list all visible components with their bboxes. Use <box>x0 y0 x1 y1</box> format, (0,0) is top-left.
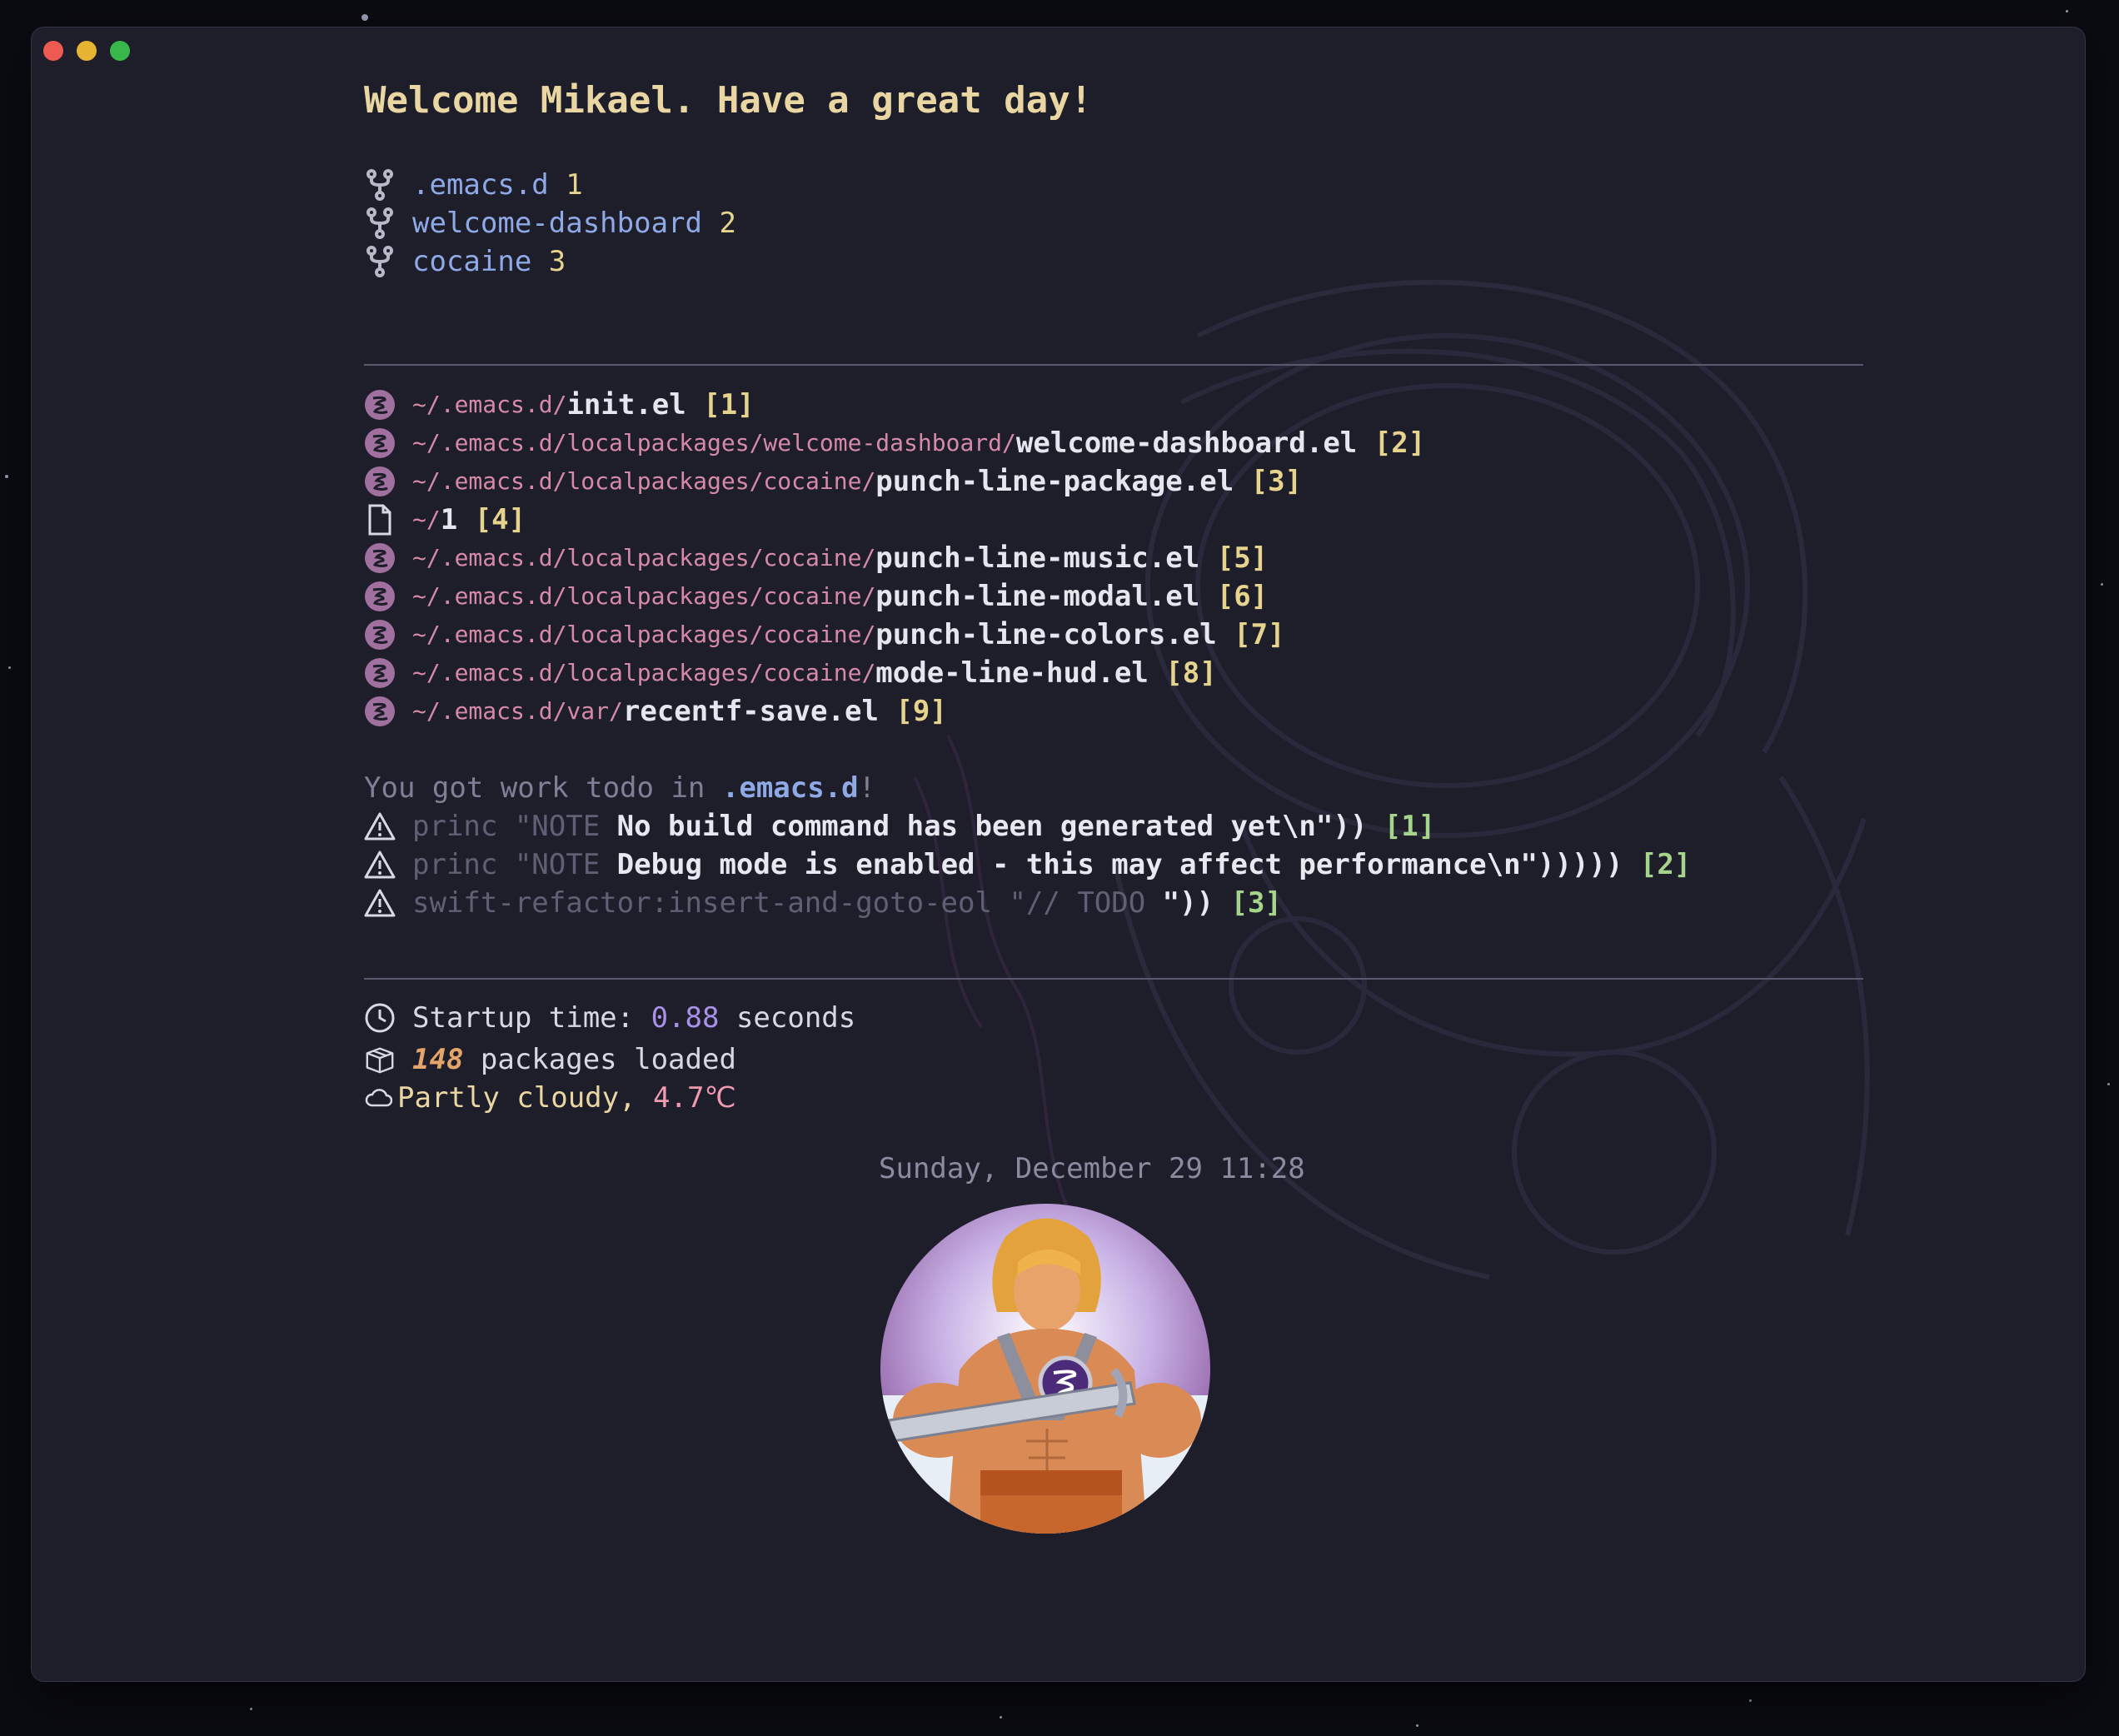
todo-item[interactable]: swift-refactor:insert-and-goto-eol "// T… <box>364 884 1282 922</box>
git-fork-icon <box>364 169 396 201</box>
recent-file-item[interactable]: ~/1 [4] <box>364 501 526 539</box>
file-name: recentf-save.el <box>622 695 879 728</box>
file-name: welcome-dashboard.el <box>1015 427 1358 460</box>
emacs-icon <box>364 389 396 421</box>
zoom-button[interactable] <box>110 41 130 61</box>
emacs-icon <box>364 466 396 497</box>
recent-file-item[interactable]: ~/.emacs.d/localpackages/cocaine/punch-l… <box>364 577 1268 616</box>
file-directory: ~/.emacs.d/localpackages/cocaine/ <box>412 544 876 571</box>
emacs-icon <box>364 542 396 574</box>
file-directory: ~/.emacs.d/localpackages/cocaine/ <box>412 582 876 610</box>
emacs-icon <box>364 427 396 459</box>
todo-prefix: princ "NOTE <box>412 810 617 843</box>
emacs-icon <box>364 581 396 612</box>
file-directory: ~/.emacs.d/localpackages/welcome-dashboa… <box>412 429 1016 456</box>
packages-label: packages loaded <box>463 1043 736 1076</box>
file-index: [5] <box>1216 541 1269 575</box>
file-directory: ~/.emacs.d/ <box>412 391 567 418</box>
todo-prefix: swift-refactor:insert-and-goto-eol "// T… <box>412 886 1163 920</box>
file-name: punch-line-music.el <box>875 541 1200 575</box>
file-directory: ~/.emacs.d/localpackages/cocaine/ <box>412 467 876 495</box>
emacs-icon <box>364 619 396 651</box>
startup-unit: seconds <box>719 1001 856 1035</box>
file-index: [9] <box>895 695 947 728</box>
file-index: [7] <box>1234 618 1285 651</box>
window-controls <box>43 41 130 61</box>
clock-icon <box>364 1002 396 1034</box>
recent-file-item[interactable]: ~/.emacs.d/var/recentf-save.el [9] <box>364 692 947 731</box>
file-name: mode-line-hud.el <box>875 656 1149 690</box>
todo-heading: You got work todo in .emacs.d! <box>364 769 875 807</box>
file-index: [4] <box>474 503 526 536</box>
file-name: punch-line-colors.el <box>875 618 1217 651</box>
section-divider <box>364 364 1863 366</box>
packages-count: 148 <box>412 1043 464 1076</box>
startup-time-row: Startup time: 0.88 seconds <box>364 999 855 1037</box>
recent-file-item[interactable]: ~/.emacs.d/localpackages/cocaine/mode-li… <box>364 654 1217 692</box>
file-name: 1 <box>440 503 458 536</box>
git-fork-icon <box>364 246 396 277</box>
warning-icon <box>364 811 396 842</box>
todo-text: ")) <box>1162 886 1214 920</box>
todo-index: [3] <box>1230 886 1282 920</box>
project-name: .emacs.d <box>412 168 549 202</box>
file-icon <box>364 504 396 536</box>
file-name: init.el <box>566 388 686 422</box>
cloud-icon <box>364 1082 392 1114</box>
emacs-icon <box>364 696 396 727</box>
file-index: [3] <box>1250 465 1303 498</box>
todo-intro-prefix: You got work todo in <box>364 771 722 805</box>
todo-text: Debug mode is enabled - this may affect … <box>616 848 1623 881</box>
git-fork-icon <box>364 207 396 239</box>
recent-file-item[interactable]: ~/.emacs.d/localpackages/cocaine/punch-l… <box>364 616 1285 654</box>
project-name: welcome-dashboard <box>412 207 702 240</box>
recent-file-item[interactable]: ~/.emacs.d/localpackages/cocaine/punch-l… <box>364 462 1302 501</box>
warning-icon <box>364 887 396 919</box>
emacs-icon <box>364 657 396 689</box>
file-directory: ~/.emacs.d/var/ <box>412 697 623 725</box>
todo-intro-suffix: ! <box>858 771 876 805</box>
file-name: punch-line-modal.el <box>875 580 1200 613</box>
project-item[interactable]: welcome-dashboard 2 <box>364 204 736 242</box>
todo-item[interactable]: princ "NOTE Debug mode is enabled - this… <box>364 846 1691 884</box>
file-index: [6] <box>1216 580 1269 613</box>
warning-icon <box>364 849 396 880</box>
file-index: [8] <box>1165 656 1217 690</box>
weather-label: Partly cloudy, <box>397 1081 654 1115</box>
todo-project[interactable]: .emacs.d <box>722 769 859 807</box>
file-directory: ~/.emacs.d/localpackages/cocaine/ <box>412 659 876 686</box>
packages-row: 148 packages loaded <box>364 1040 736 1079</box>
todo-index: [2] <box>1639 848 1692 881</box>
file-index: [2] <box>1374 427 1426 460</box>
todo-index: [1] <box>1384 810 1436 843</box>
date-time: Sunday, December 29 11:28 <box>879 1152 1305 1185</box>
recent-file-item[interactable]: ~/.emacs.d/init.el [1] <box>364 386 755 424</box>
weather-row: Partly cloudy, 4.7℃ <box>364 1079 736 1117</box>
todo-prefix: princ "NOTE <box>412 848 617 881</box>
file-index: [1] <box>703 388 755 422</box>
file-directory: ~/.emacs.d/localpackages/cocaine/ <box>412 621 876 648</box>
todo-item[interactable]: princ "NOTE No build command has been ge… <box>364 807 1435 846</box>
minimize-button[interactable] <box>77 41 97 61</box>
project-index: 3 <box>548 245 566 278</box>
weather-temperature: 4.7℃ <box>653 1081 736 1115</box>
startup-label: Startup time: <box>412 1001 651 1035</box>
project-item[interactable]: .emacs.d 1 <box>364 166 583 204</box>
section-divider <box>364 978 1863 980</box>
file-name: punch-line-package.el <box>875 465 1234 498</box>
project-item[interactable]: cocaine 3 <box>364 242 566 281</box>
startup-value: 0.88 <box>651 1001 720 1035</box>
recent-file-item[interactable]: ~/.emacs.d/localpackages/cocaine/punch-l… <box>364 539 1268 577</box>
welcome-title: Welcome Mikael. Have a great day! <box>364 79 1093 122</box>
emacs-window: Welcome Mikael. Have a great day! .emacs… <box>31 27 2086 1682</box>
recent-file-item[interactable]: ~/.emacs.d/localpackages/welcome-dashboa… <box>364 424 1425 462</box>
project-index: 2 <box>719 207 736 240</box>
package-box-icon <box>364 1044 396 1075</box>
close-button[interactable] <box>43 41 63 61</box>
he-man-avatar[interactable] <box>880 1204 1210 1534</box>
project-index: 1 <box>566 168 583 202</box>
file-directory: ~/ <box>412 506 441 533</box>
todo-text: No build command has been generated yet\… <box>616 810 1368 843</box>
project-name: cocaine <box>412 245 532 278</box>
